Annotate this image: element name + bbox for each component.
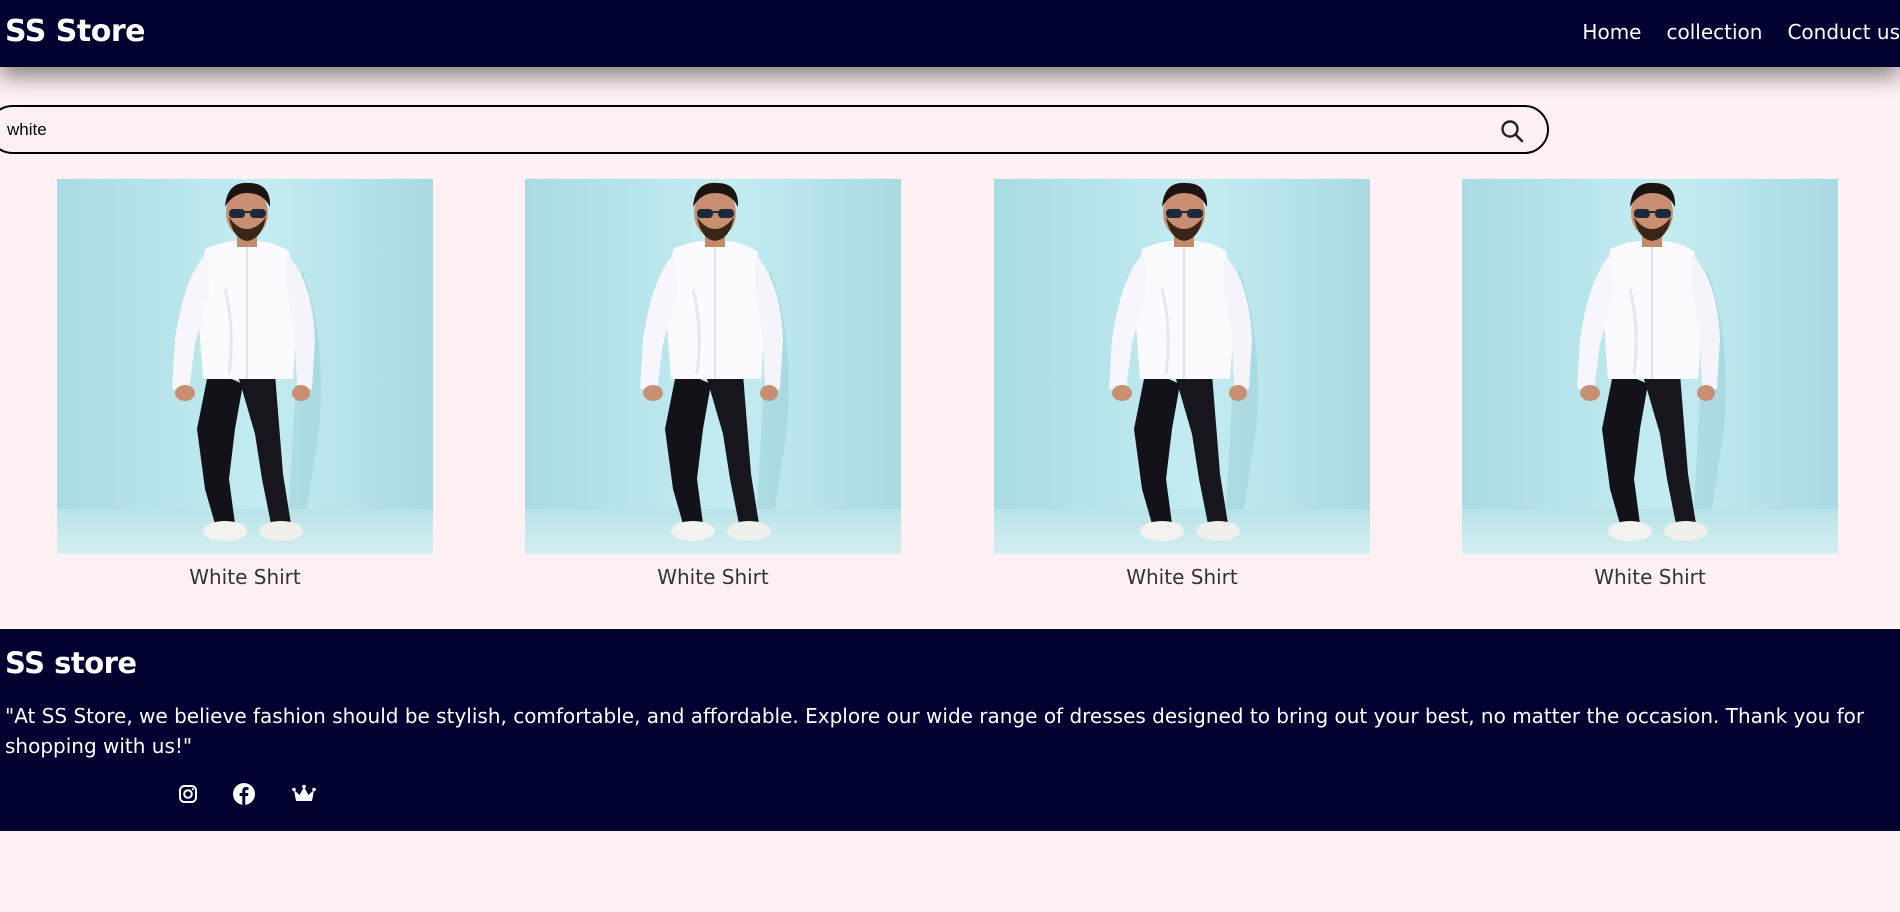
- instagram-icon[interactable]: [175, 781, 201, 807]
- search-icon[interactable]: [1499, 118, 1525, 144]
- product-image[interactable]: [57, 179, 433, 554]
- product-name[interactable]: White Shirt: [57, 564, 433, 590]
- product-card[interactable]: White Shirt: [994, 179, 1370, 590]
- product-name[interactable]: White Shirt: [1462, 564, 1838, 590]
- search-bar: [0, 105, 1549, 154]
- product-image[interactable]: [994, 179, 1370, 554]
- product-name[interactable]: White Shirt: [994, 564, 1370, 590]
- nav-links: Home collection Conduct us: [1557, 19, 1900, 45]
- product-card[interactable]: White Shirt: [57, 179, 433, 590]
- product-image[interactable]: [1462, 179, 1838, 554]
- search-input[interactable]: [7, 118, 1487, 142]
- navbar: SS Store Home collection Conduct us: [0, 0, 1900, 67]
- product-card[interactable]: White Shirt: [525, 179, 901, 590]
- product-name[interactable]: White Shirt: [525, 564, 901, 590]
- nav-home-link[interactable]: Home: [1582, 19, 1641, 45]
- crown-icon[interactable]: [291, 781, 317, 807]
- nav-collection-link[interactable]: collection: [1666, 19, 1762, 45]
- product-image[interactable]: [525, 179, 901, 554]
- footer-description: "At SS Store, we believe fashion should …: [5, 704, 1865, 758]
- footer: SS store "At SS Store, we believe fashio…: [0, 629, 1900, 831]
- footer-title: SS store: [5, 646, 137, 680]
- product-card[interactable]: White Shirt: [1462, 179, 1838, 590]
- brand-logo[interactable]: SS Store: [5, 13, 146, 51]
- facebook-icon[interactable]: [231, 781, 257, 807]
- nav-contact-link[interactable]: Conduct us: [1787, 19, 1900, 45]
